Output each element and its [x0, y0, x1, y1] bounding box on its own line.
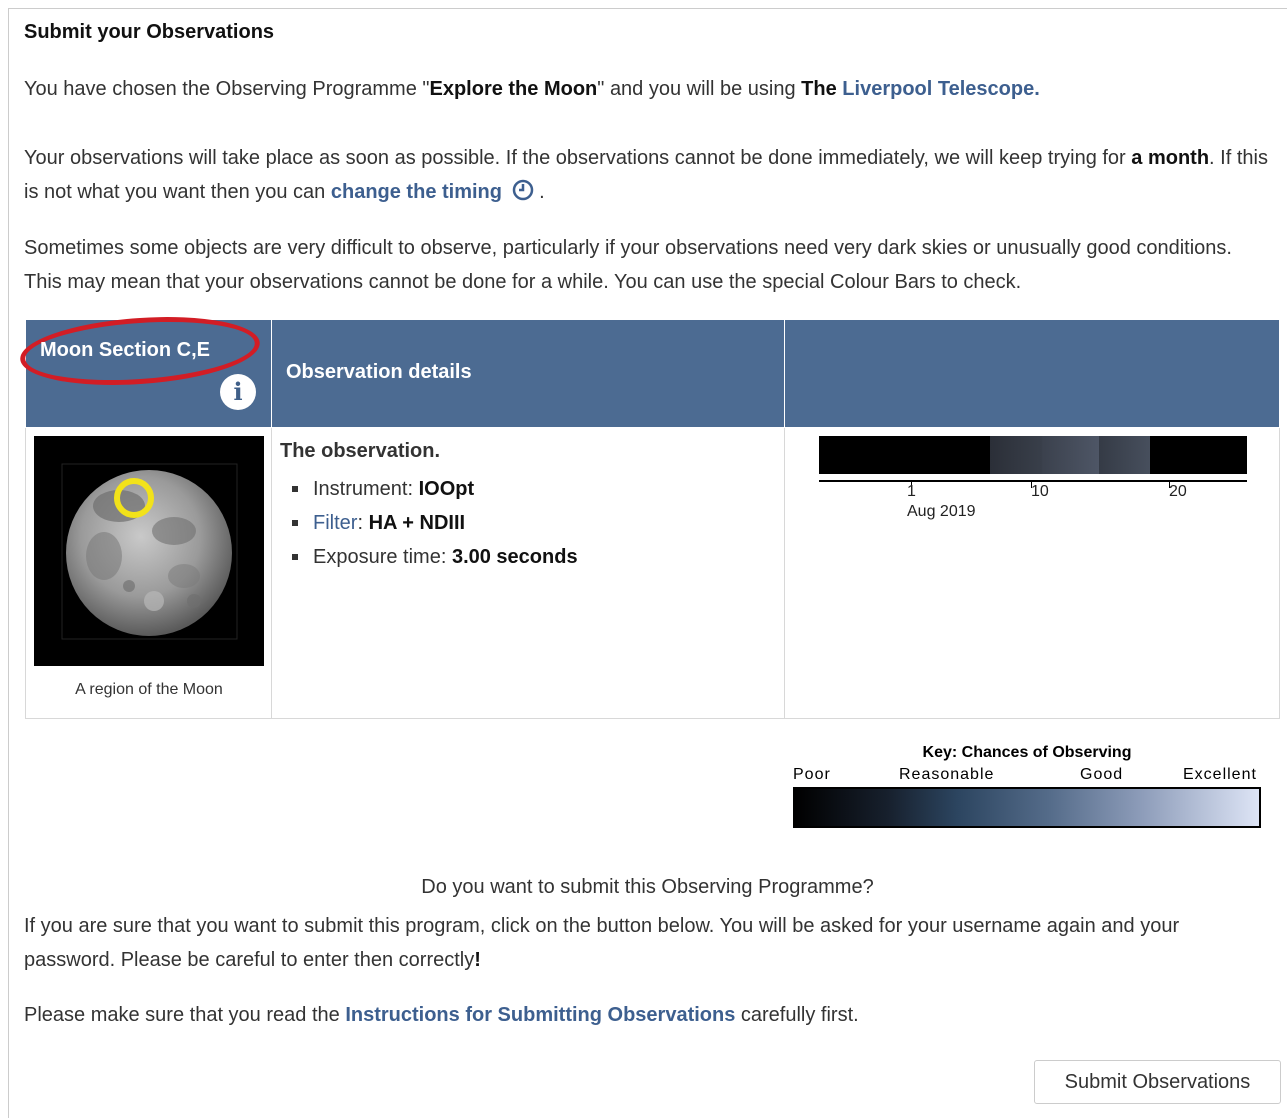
month-label: Aug 2019	[907, 503, 976, 520]
timeline-cell: 1 10 20 Aug 2019	[784, 427, 1280, 719]
table-body-row: A region of the Moon The observation. In…	[25, 427, 1280, 719]
instructions-text-2: carefully first.	[735, 1004, 859, 1026]
key-label-reasonable: Reasonable	[899, 766, 995, 783]
tick-label-10: 10	[1031, 483, 1049, 500]
submit-observations-button[interactable]: Submit Observations	[1034, 1060, 1281, 1104]
confirm-bang: !	[474, 949, 481, 971]
observation-details-cell: The observation. Instrument: IOOpt Filte…	[271, 427, 785, 719]
chance-band-4	[1149, 436, 1247, 474]
tick-label-20: 20	[1169, 483, 1187, 500]
target-image-cell: A region of the Moon	[25, 427, 272, 719]
key-label-excellent: Excellent	[1183, 766, 1257, 783]
observation-title: The observation.	[280, 440, 441, 462]
timeline-header-cell	[784, 319, 1280, 428]
timing-text-1: Your observations will take place as soo…	[24, 147, 1132, 169]
summary-text: You have chosen the Observing Programme …	[24, 78, 430, 100]
target-title: Moon Section C,E	[40, 339, 210, 361]
details-list: Instrument: IOOpt Filter: HA + NDIII Exp…	[280, 472, 578, 574]
telescope-link[interactable]: Liverpool Telescope	[842, 78, 1034, 100]
instrument-label: Instrument:	[313, 478, 419, 500]
submit-question: Do you want to submit this Observing Pro…	[421, 876, 874, 898]
list-item-exposure: Exposure time: 3.00 seconds	[280, 540, 578, 574]
timing-text: Your observations will take place as soo…	[24, 141, 1274, 209]
colour-bar-timeline: 1 10 20 Aug 2019	[785, 428, 1279, 718]
table-header-row: Moon Section C,E i Observation details	[17, 309, 1280, 428]
summary-text-2: " and you will be using	[597, 78, 802, 100]
programme-name: Explore the Moon	[429, 78, 598, 100]
summary-end: .	[1034, 78, 1040, 100]
chance-band-0	[893, 436, 991, 474]
timing-end: .	[539, 181, 545, 203]
timing-duration: a month	[1131, 147, 1210, 169]
tick-label-1: 1	[907, 483, 916, 500]
instrument-value: IOOpt	[418, 478, 475, 500]
filter-link[interactable]: Filter	[313, 512, 357, 534]
chance-bar	[819, 436, 1247, 474]
chance-band-2	[1041, 436, 1099, 474]
key-title: Key: Chances of Observing	[922, 744, 1132, 761]
instructions-note: Please make sure that you read the Instr…	[24, 998, 1274, 1032]
list-item-instrument: Instrument: IOOpt	[280, 472, 578, 506]
image-caption: A region of the Moon	[75, 681, 223, 698]
info-icon[interactable]: i	[220, 374, 256, 410]
observation-panel: Submit your Observations You have chosen…	[8, 8, 1287, 1118]
target-header-cell: Moon Section C,E i	[17, 309, 272, 428]
page-heading: Submit your Observations	[24, 21, 275, 43]
timeline-axis	[819, 480, 1247, 482]
difficulty-note: Sometimes some objects are very difficul…	[24, 237, 1232, 293]
list-item-filter: Filter: HA + NDIII	[280, 506, 578, 540]
exposure-label: Exposure time:	[313, 546, 452, 568]
observation-details-heading: Observation details	[286, 361, 472, 383]
key-label-good: Good	[1080, 766, 1124, 783]
observation-table: Moon Section C,E i Observation details A…	[17, 309, 1280, 719]
clock-icon[interactable]	[512, 179, 534, 201]
submit-confirm-text: If you are sure that you want to submit …	[24, 909, 1274, 977]
instructions-text-1: Please make sure that you read the	[24, 1004, 346, 1026]
moon-illustration	[61, 463, 238, 640]
key-label-poor: Poor	[793, 766, 831, 783]
confirm-text: If you are sure that you want to submit …	[24, 915, 1180, 971]
chance-band-3	[1098, 436, 1150, 474]
key-gradient-bar	[793, 787, 1261, 828]
telescope-article: The	[801, 78, 837, 100]
details-header-cell: Observation details	[271, 319, 785, 428]
chance-band-1	[990, 436, 1042, 474]
change-timing-link[interactable]: change the timing	[331, 181, 502, 203]
instructions-link[interactable]: Instructions for Submitting Observations	[345, 1004, 735, 1026]
filter-sep: :	[357, 512, 369, 534]
moon-image	[34, 436, 264, 666]
exposure-value: 3.00 seconds	[451, 546, 578, 568]
filter-value: HA + NDIII	[368, 512, 466, 534]
programme-summary: You have chosen the Observing Programme …	[24, 72, 1274, 106]
